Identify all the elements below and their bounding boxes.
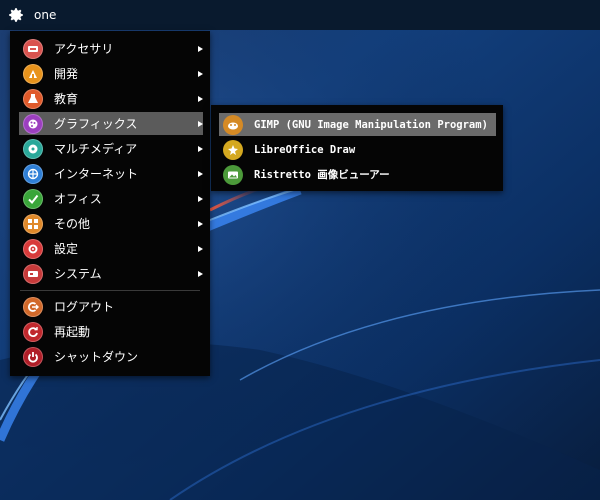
submenu-arrow-icon <box>198 245 203 252</box>
menu-item-logout[interactable]: ログアウト <box>19 295 203 318</box>
libreoffice-draw-icon <box>223 139 243 160</box>
submenu-arrow-icon <box>198 270 203 277</box>
submenu-item-label: GIMP (GNU Image Manipulation Program) <box>254 118 488 131</box>
restart-icon <box>23 321 43 342</box>
menu-item-label: アクセサリ <box>54 42 114 56</box>
menu-item-education[interactable]: 教育 <box>19 87 203 110</box>
menu-item-office[interactable]: オフィス <box>19 187 203 210</box>
submenu-arrow-icon <box>198 220 203 227</box>
menu-item-label: 設定 <box>54 242 79 256</box>
submenu-item-gimp[interactable]: GIMP (GNU Image Manipulation Program) <box>219 113 496 136</box>
menu-item-label: インターネット <box>54 167 139 181</box>
menu-item-label: シャットダウン <box>54 350 139 364</box>
submenu-arrow-icon <box>198 45 203 52</box>
graphics-submenu: GIMP (GNU Image Manipulation Program) Li… <box>211 105 503 191</box>
menu-item-label: グラフィックス <box>54 117 138 131</box>
multimedia-icon <box>23 138 43 159</box>
submenu-arrow-icon <box>198 195 203 202</box>
menu-item-shutdown[interactable]: シャットダウン <box>19 345 203 368</box>
top-panel: one <box>0 0 600 30</box>
menu-item-accessories[interactable]: アクセサリ <box>19 37 203 60</box>
other-icon <box>23 213 43 234</box>
menu-item-label: その他 <box>54 217 91 231</box>
menu-item-settings[interactable]: 設定 <box>19 237 203 260</box>
office-icon <box>23 188 43 209</box>
development-icon <box>23 63 43 84</box>
menu-item-graphics[interactable]: グラフィックス <box>19 112 203 135</box>
ristretto-icon <box>223 164 243 185</box>
menu-item-other[interactable]: その他 <box>19 212 203 235</box>
internet-icon <box>23 163 43 184</box>
gimp-icon <box>223 114 243 135</box>
menu-item-system[interactable]: システム <box>19 262 203 285</box>
submenu-arrow-icon <box>198 95 203 102</box>
submenu-arrow-icon <box>198 70 203 77</box>
logout-icon <box>23 296 43 317</box>
submenu-item-ristretto[interactable]: Ristretto 画像ビューアー <box>219 163 496 186</box>
accessories-icon <box>23 38 43 59</box>
menu-item-development[interactable]: 開発 <box>19 62 203 85</box>
menu-item-multimedia[interactable]: マルチメディア <box>19 137 203 160</box>
application-menu: アクセサリ 開発 教育 グラフィックス マルチメディア インターネット オフィス… <box>10 31 210 376</box>
submenu-item-label: Ristretto 画像ビューアー <box>254 169 390 181</box>
menu-item-label: マルチメディア <box>54 142 138 156</box>
submenu-arrow-icon <box>198 145 203 152</box>
menu-item-label: システム <box>54 267 102 281</box>
menu-item-restart[interactable]: 再起動 <box>19 320 203 343</box>
submenu-item-libreoffice-draw[interactable]: LibreOffice Draw <box>219 138 496 161</box>
submenu-arrow-icon <box>198 120 203 127</box>
submenu-item-label: LibreOffice Draw <box>254 143 356 156</box>
menu-item-label: 教育 <box>54 92 79 106</box>
menu-separator <box>20 290 200 291</box>
settings-icon <box>23 238 43 259</box>
shutdown-icon <box>23 346 43 367</box>
menu-item-internet[interactable]: インターネット <box>19 162 203 185</box>
menu-item-label: 開発 <box>54 67 79 81</box>
graphics-icon <box>23 113 43 134</box>
system-icon <box>23 263 43 284</box>
menu-item-label: ログアウト <box>54 300 115 314</box>
menu-title[interactable]: one <box>34 8 56 22</box>
menu-item-label: 再起動 <box>54 325 91 339</box>
education-icon <box>23 88 43 109</box>
gear-icon[interactable] <box>7 6 25 24</box>
menu-item-label: オフィス <box>54 192 102 206</box>
submenu-arrow-icon <box>198 170 203 177</box>
